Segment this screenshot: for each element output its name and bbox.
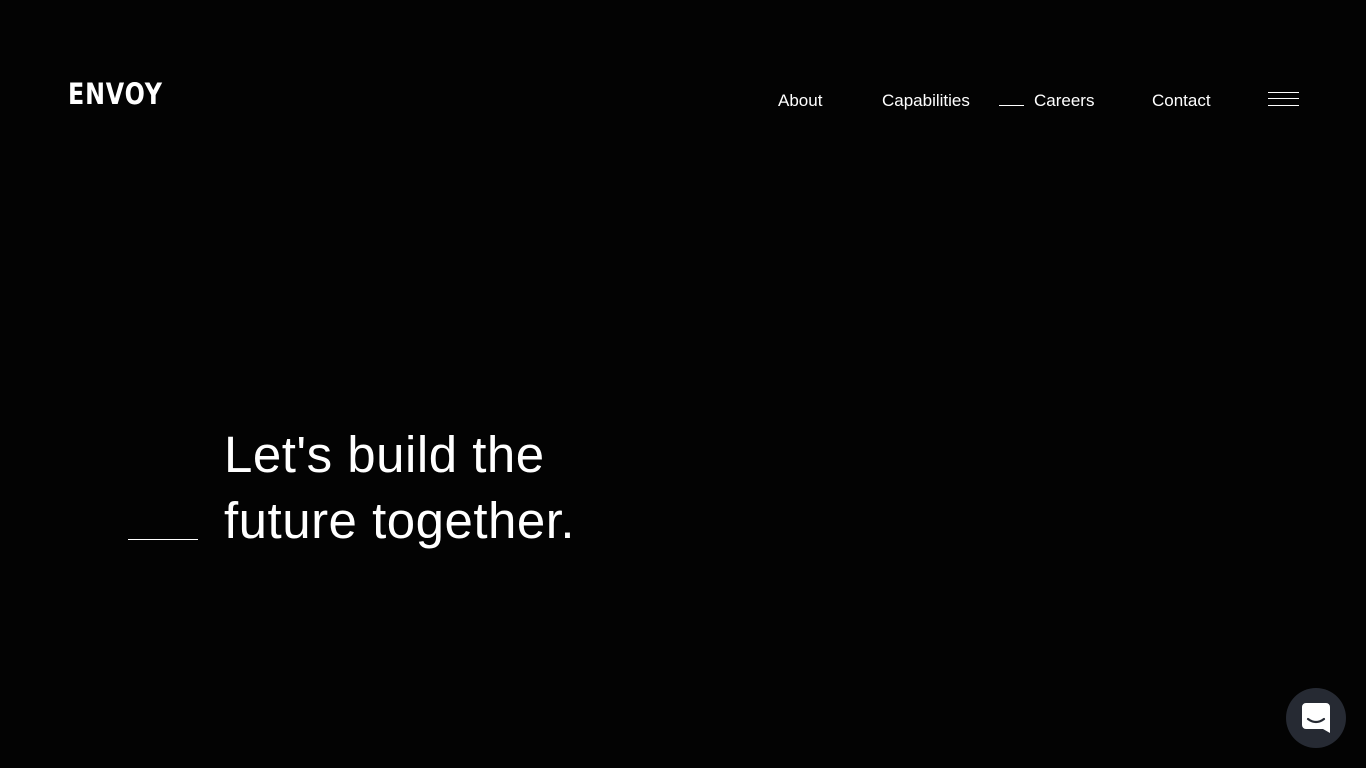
hero-heading: Let's build the future together.	[224, 422, 575, 554]
chat-icon	[1302, 703, 1330, 733]
main-nav: About Capabilities Careers Contact	[0, 90, 1366, 114]
chat-launcher-button[interactable]	[1286, 688, 1346, 748]
nav-link-about[interactable]: About	[778, 90, 822, 112]
nav-link-capabilities[interactable]: Capabilities	[882, 90, 970, 112]
nav-link-contact[interactable]: Contact	[1152, 90, 1211, 112]
hero-divider	[128, 539, 198, 540]
menu-line	[1268, 98, 1299, 99]
page: ENVOY About Capabilities Careers Contact…	[0, 0, 1366, 768]
nav-link-careers[interactable]: Careers	[1034, 90, 1094, 112]
nav-active-indicator	[999, 105, 1024, 106]
hero-heading-line-2: future together.	[224, 492, 576, 549]
hamburger-menu-icon[interactable]	[1268, 90, 1300, 110]
menu-line	[1268, 92, 1299, 93]
menu-line	[1268, 105, 1299, 106]
hero-heading-line-1: Let's build the	[224, 426, 545, 483]
